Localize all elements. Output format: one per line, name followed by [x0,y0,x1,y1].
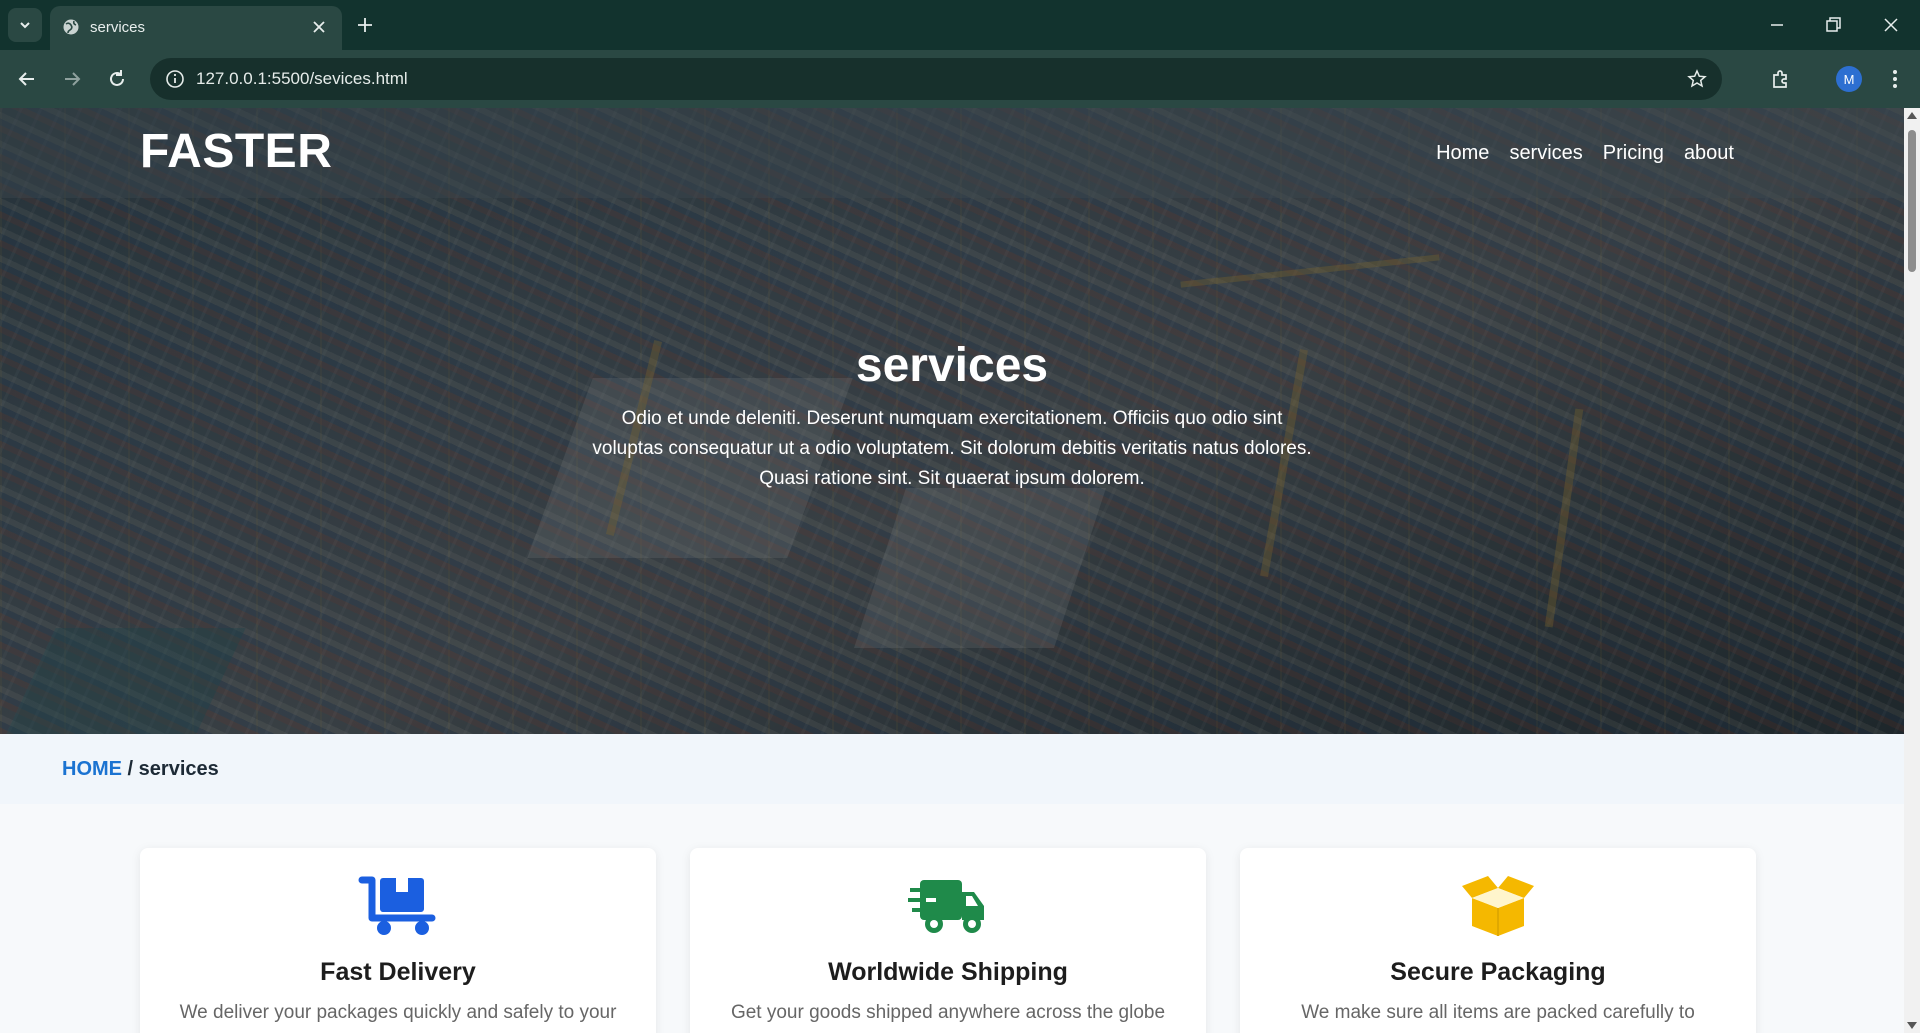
breadcrumb-current: services [138,758,219,780]
tab-title: services [90,19,146,36]
nav-link-about[interactable]: about [1684,142,1734,165]
service-card-secure-packaging[interactable]: Secure Packaging We make sure all items … [1240,848,1756,1033]
services-section: Fast Delivery We deliver your packages q… [0,804,1904,1033]
service-card-fast-delivery[interactable]: Fast Delivery We deliver your packages q… [140,848,656,1033]
service-title: Secure Packaging [1390,958,1606,986]
hero-description: Odio et unde deleniti. Deserunt numquam … [592,408,1312,489]
nav-link-home[interactable]: Home [1436,142,1489,165]
new-tab-icon[interactable] [354,14,376,36]
profile-avatar[interactable]: M [1836,66,1862,92]
extensions-puzzle-icon[interactable] [1768,66,1794,92]
breadcrumb-home-link[interactable]: HOME [62,758,122,780]
url-text[interactable]: 127.0.0.1:5500/sevices.html [196,69,408,89]
forward-arrow-icon[interactable] [59,66,85,92]
close-icon[interactable] [310,18,328,36]
back-arrow-icon[interactable] [14,66,40,92]
nav-link-pricing[interactable]: Pricing [1603,142,1664,165]
page-scrollbar[interactable] [1904,108,1920,1033]
browser-toolbar: 127.0.0.1:5500/sevices.html M [0,50,1920,108]
service-card-worldwide-shipping[interactable]: Worldwide Shipping Get your goods shippe… [690,848,1206,1033]
breadcrumb-separator: / [122,758,139,780]
service-description: We make sure all items are packed carefu… [1301,1002,1695,1023]
site-nav: Home services Pricing about [1436,142,1734,165]
service-description: Get your goods shipped anywhere across t… [730,1002,1166,1023]
hero-title: services [855,339,1049,392]
browser-tab-bar: services [0,0,1920,50]
tab-search-button[interactable] [8,8,42,42]
service-icon-wrap [1240,874,1756,938]
nav-link-services[interactable]: services [1509,142,1582,165]
bookmark-star-icon[interactable] [1686,68,1708,90]
site-header: FASTER Home services Pricing about [0,108,1904,198]
minimize-icon[interactable] [1766,14,1788,36]
service-icon-wrap [140,874,656,938]
service-title: Fast Delivery [320,958,476,986]
more-menu-icon[interactable] [1882,66,1908,92]
chevron-down-icon [20,22,30,29]
service-title: Worldwide Shipping [828,958,1068,986]
breadcrumb-bar: HOME / services [0,734,1904,804]
service-description: We deliver your packages quickly and saf… [179,1002,617,1023]
address-bar[interactable]: 127.0.0.1:5500/sevices.html [150,58,1722,100]
scrollbar-thumb[interactable] [1908,130,1916,272]
breadcrumb: HOME / services [62,758,219,781]
scroll-down-arrow[interactable] [1907,1022,1917,1029]
hero-section: FASTER Home services Pricing about servi… [0,108,1904,734]
dolly-icon [358,876,436,935]
globe-icon [63,19,79,35]
box-open-icon [1462,876,1534,936]
browser-tab[interactable]: services [50,6,342,50]
window-close-icon[interactable] [1880,14,1902,36]
service-icon-wrap [690,874,1206,938]
site-logo[interactable]: FASTER [140,124,332,179]
restore-icon[interactable] [1822,14,1844,36]
reload-icon[interactable] [104,66,130,92]
page-viewport: FASTER Home services Pricing about servi… [0,108,1904,1033]
site-info-icon[interactable] [164,68,186,90]
truck-fast-icon [908,880,984,933]
scroll-up-arrow[interactable] [1907,112,1917,119]
